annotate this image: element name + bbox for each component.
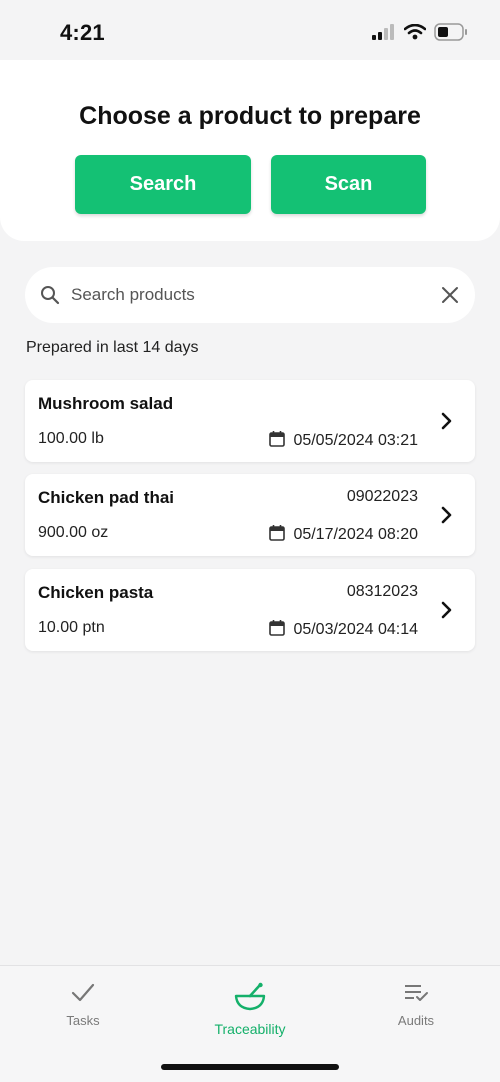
list-item[interactable]: Chicken pasta 08312023 10.00 ptn 05/03/2… — [25, 569, 475, 651]
calendar-icon — [269, 619, 286, 641]
scan-button[interactable]: Scan — [271, 155, 426, 214]
tab-tasks[interactable]: Tasks — [23, 982, 143, 1028]
list-item[interactable]: Chicken pad thai 09022023 900.00 oz 05/1… — [25, 474, 475, 556]
product-date-text: 05/05/2024 03:21 — [293, 432, 418, 449]
product-name: Chicken pasta — [38, 583, 154, 602]
product-date: 05/17/2024 08:20 — [269, 524, 418, 546]
chevron-right-icon — [441, 506, 453, 529]
mortar-pestle-icon — [233, 982, 267, 1016]
product-date: 05/05/2024 03:21 — [269, 430, 418, 452]
search-icon — [39, 284, 61, 311]
chevron-right-icon — [441, 412, 453, 435]
product-quantity: 900.00 oz — [38, 524, 109, 541]
status-bar: 4:21 — [0, 0, 500, 62]
checkmark-icon — [70, 983, 96, 1008]
product-date-text: 05/03/2024 04:14 — [293, 621, 418, 638]
search-bar — [25, 267, 475, 323]
signal-icon — [372, 24, 396, 45]
home-indicator — [161, 1064, 339, 1070]
close-icon[interactable] — [440, 285, 460, 310]
list-item[interactable]: Mushroom salad 100.00 lb 05/05/2024 03:2… — [25, 380, 475, 462]
page-title: Choose a product to prepare — [79, 102, 421, 130]
product-name: Mushroom salad — [38, 394, 174, 413]
checklist-icon — [402, 985, 430, 1008]
screen: 4:21 Choose a product to prepare Search … — [0, 0, 500, 1082]
tab-audits[interactable]: Audits — [356, 982, 476, 1028]
calendar-icon — [269, 430, 286, 452]
search-button[interactable]: Search — [75, 155, 251, 214]
product-quantity: 100.00 lb — [38, 430, 104, 447]
battery-icon — [434, 23, 468, 46]
search-input[interactable] — [71, 267, 421, 323]
wifi-icon — [403, 23, 427, 45]
section-label: Prepared in last 14 days — [26, 339, 199, 356]
chevron-right-icon — [441, 601, 453, 624]
tab-tasks-label: Tasks — [66, 1013, 100, 1028]
product-quantity: 10.00 ptn — [38, 619, 105, 636]
product-code: 08312023 — [346, 583, 418, 600]
product-date-text: 05/17/2024 08:20 — [293, 526, 418, 543]
product-date: 05/03/2024 04:14 — [269, 619, 418, 641]
tab-audits-label: Audits — [397, 1013, 435, 1028]
product-code: 09022023 — [346, 488, 418, 505]
status-icons — [372, 23, 468, 46]
status-time: 4:21 — [60, 20, 105, 45]
product-name: Chicken pad thai — [38, 488, 175, 507]
prepare-header-card: Choose a product to prepare Search Scan — [0, 60, 500, 241]
tab-traceability-label: Traceability — [214, 1021, 286, 1037]
calendar-icon — [269, 524, 286, 546]
tab-traceability[interactable]: Traceability — [190, 982, 310, 1037]
